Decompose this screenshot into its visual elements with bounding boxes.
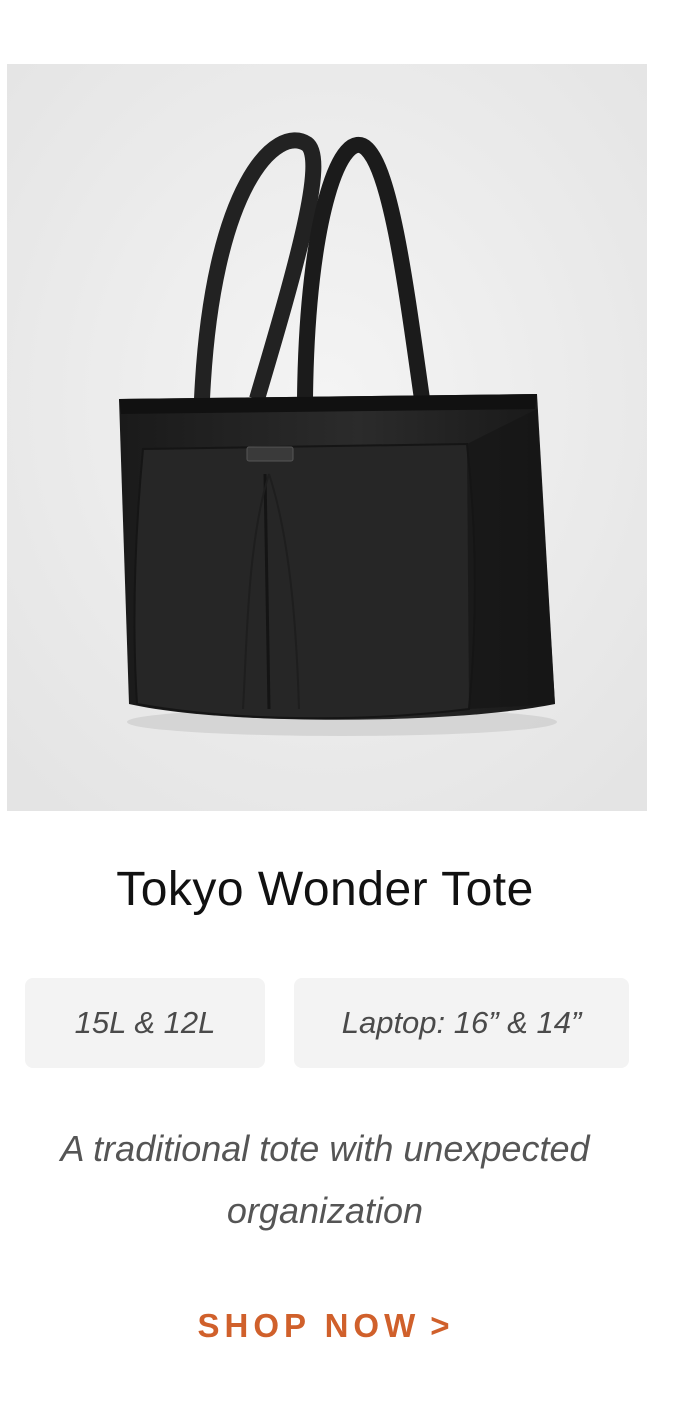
- description-line-1: A traditional tote with unexpected: [60, 1128, 590, 1169]
- product-title: Tokyo Wonder Tote: [116, 863, 534, 916]
- product-description: A traditional tote with unexpected organ…: [10, 1118, 640, 1242]
- shop-now-label: SHOP NOW: [197, 1307, 421, 1344]
- chevron-right-icon: >: [430, 1307, 455, 1344]
- tote-bag-illustration: [7, 64, 647, 811]
- shop-now-link[interactable]: SHOP NOW >: [0, 1307, 652, 1345]
- description-line-2: organization: [226, 1190, 424, 1231]
- laptop-spec-chip: Laptop: 16” & 14”: [294, 978, 629, 1068]
- capacity-spec-chip: 15L & 12L: [25, 978, 265, 1068]
- product-image[interactable]: [7, 64, 647, 811]
